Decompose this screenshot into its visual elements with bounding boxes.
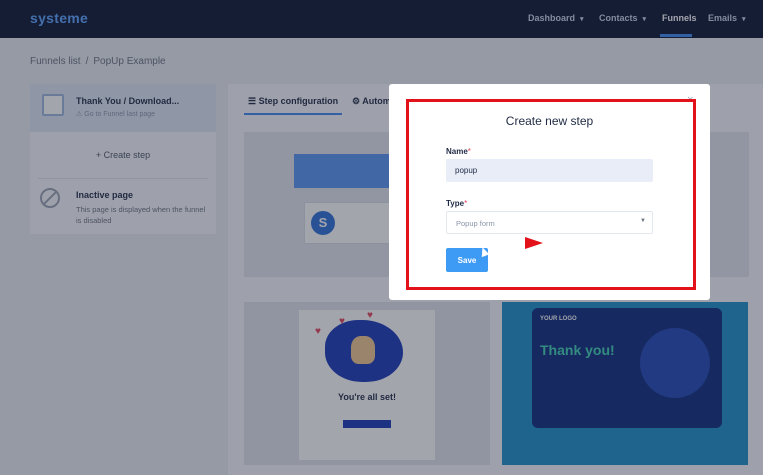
annotation-highlight-box <box>406 99 696 290</box>
annotation-arrow-icon <box>525 237 543 249</box>
